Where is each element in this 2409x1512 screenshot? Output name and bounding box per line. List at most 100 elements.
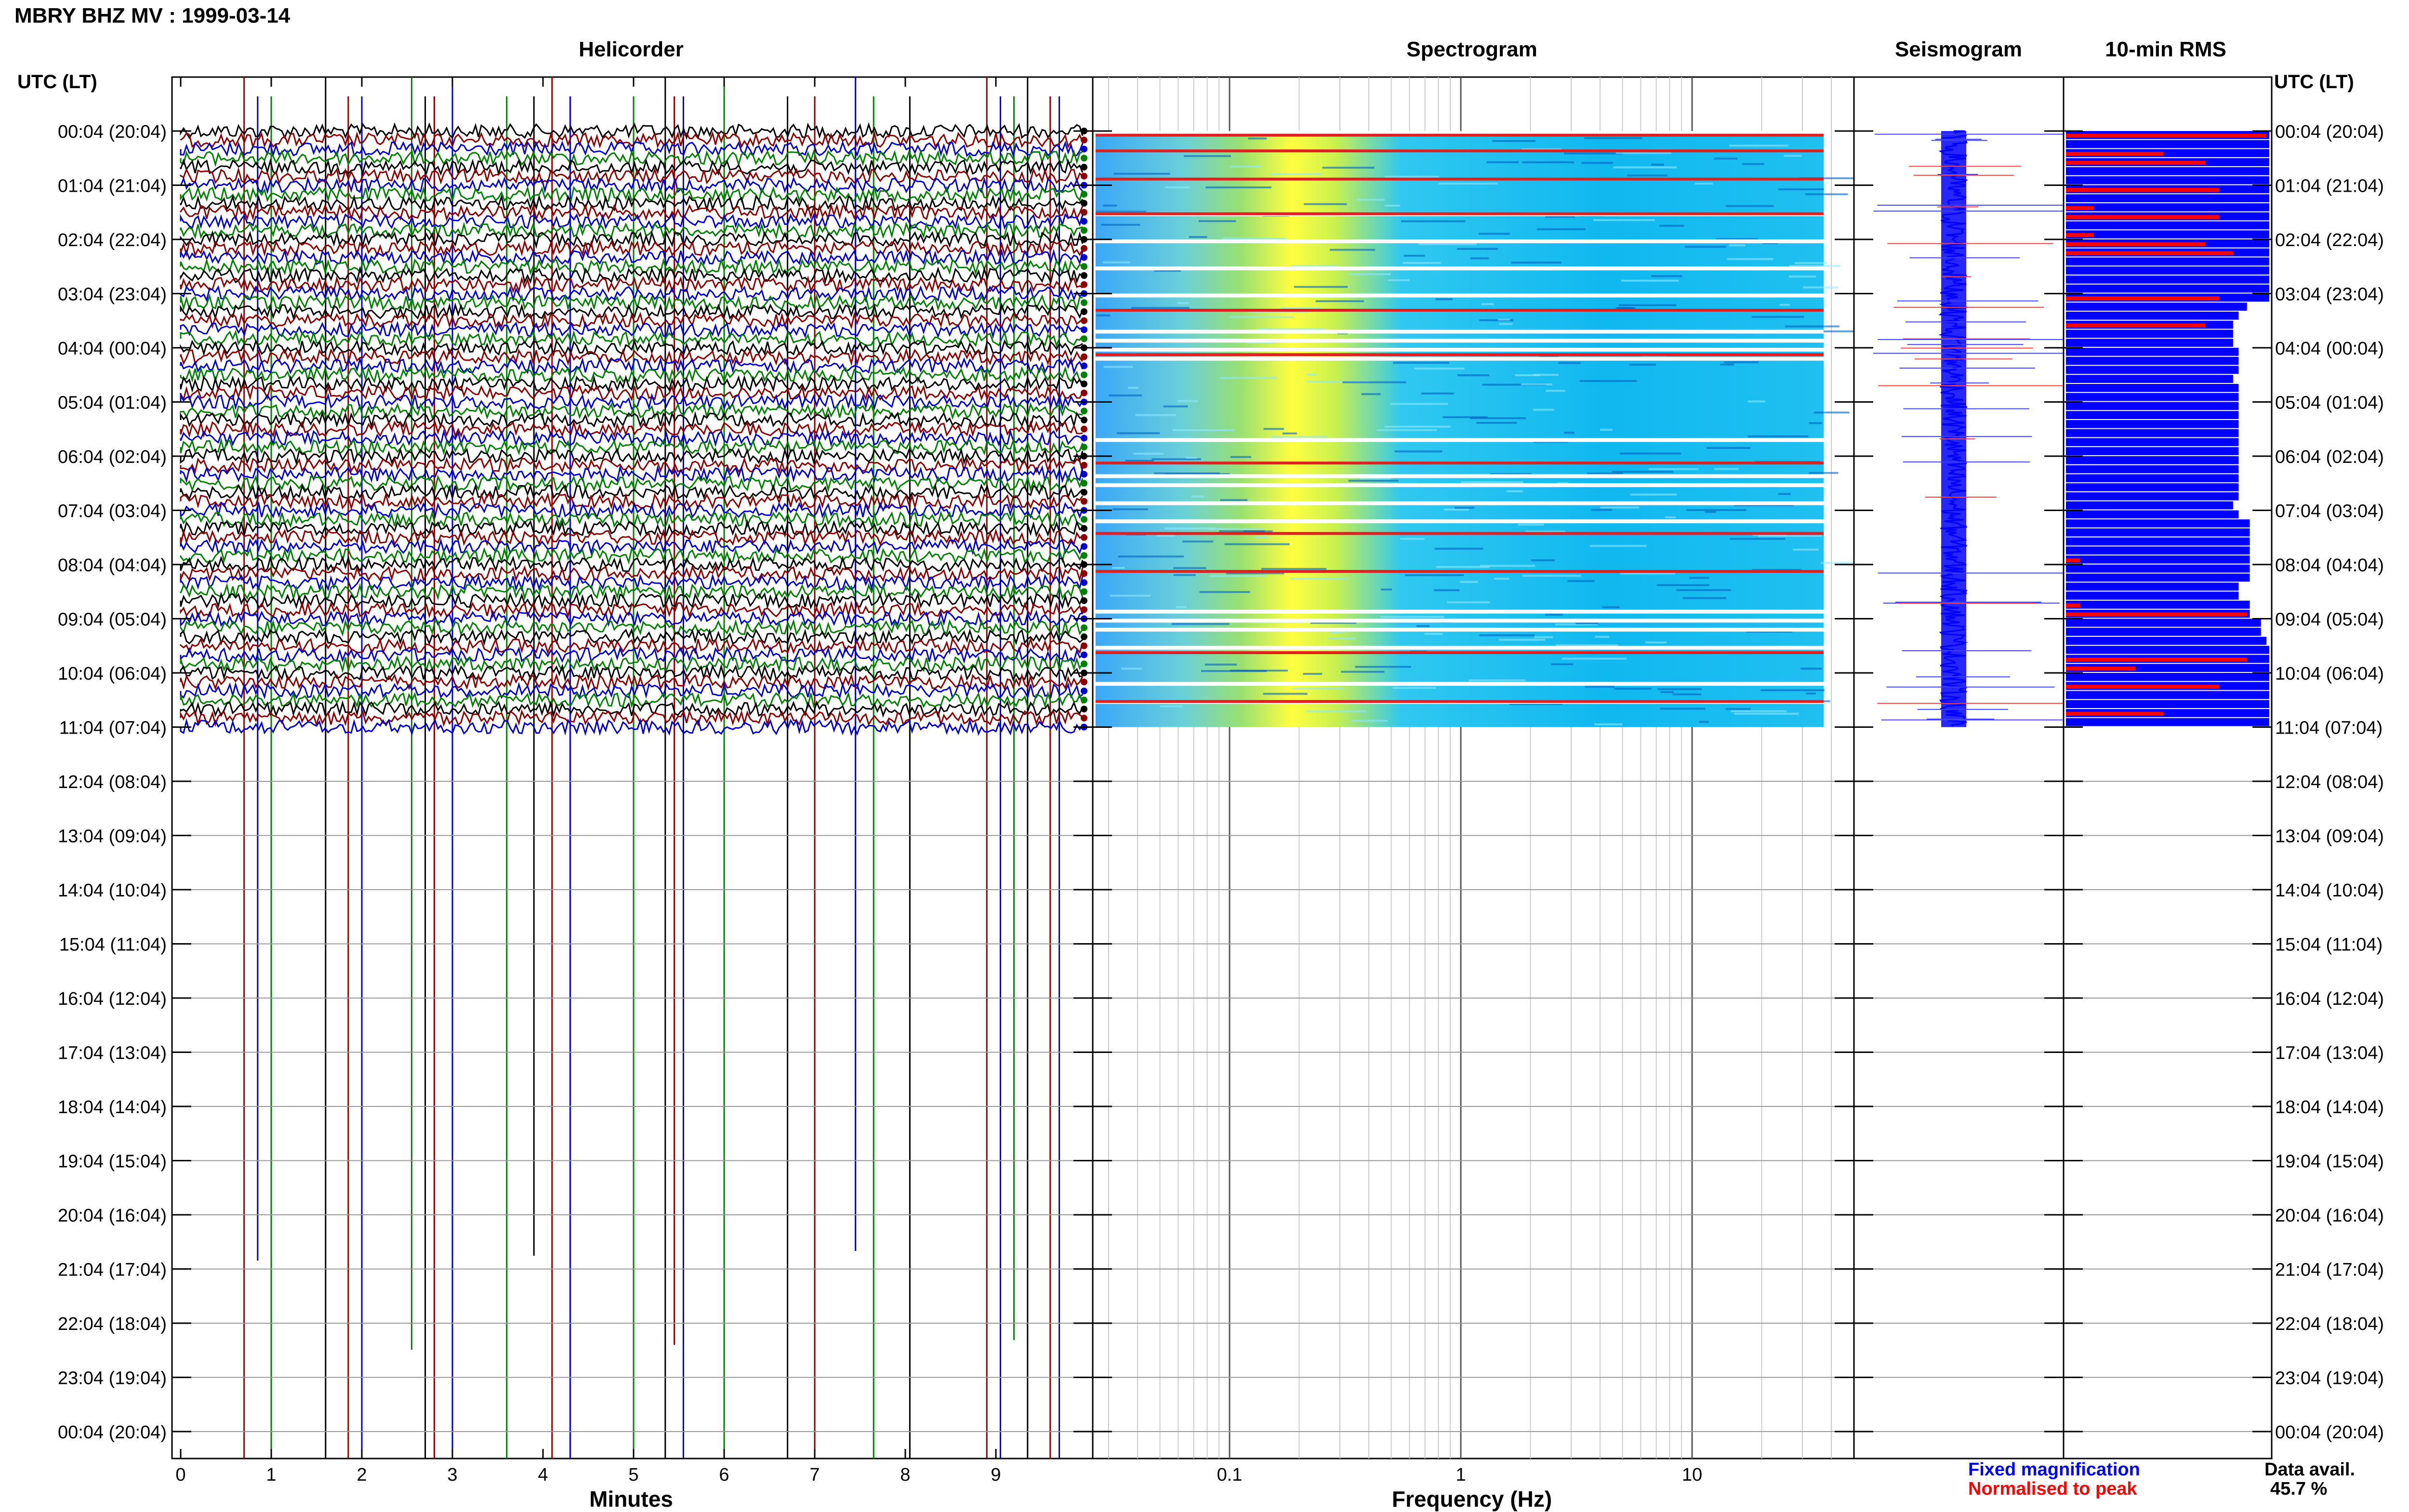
spectrogram-noise [1121,668,1142,670]
spectrogram-noise [1469,679,1526,682]
spectrogram-noise [1327,637,1356,640]
spectrogram-noise [1684,246,1726,248]
spectrogram-noise [1113,172,1170,175]
spectrogram-gap [1096,628,1824,632]
time-label-right: 12:04 (08:04) [2275,772,2384,792]
rms-normalised-bar [2066,711,2164,716]
trace-end-marker [1081,425,1087,433]
time-label-right: 11:04 (07:04) [2275,718,2383,738]
spectrogram-noise [1189,236,1207,238]
spectrogram-noise [1480,565,1535,567]
spectrogram-noise [1230,670,1288,672]
spectrogram-noise [1154,472,1220,474]
spectrogram-noise [1778,493,1791,495]
seismogram-envelope [1941,131,1966,727]
spectrogram-gap [1096,474,1824,478]
time-label-right: 02:04 (22:04) [2275,230,2384,250]
spectrogram-noise [1424,632,1443,635]
spectrogram-noise [1584,137,1642,139]
trace-end-marker [1081,714,1087,722]
data-availability-value: 45.7 % [2270,1479,2328,1499]
spectrogram-noise [1725,205,1774,207]
trace-end-marker [1081,389,1087,396]
spectrogram-noise [1255,536,1269,539]
trace-end-marker [1081,172,1087,180]
spectrogram-noise [1734,712,1799,715]
spectrogram-noise [1618,304,1677,306]
rms-fixed-bar [2066,465,2239,473]
rms-fixed-bar [2066,456,2239,464]
trace-end-marker [1081,579,1087,586]
spectrogram-noise [1457,374,1490,377]
spectrogram-noise [1390,403,1448,405]
spectrogram-noise [1400,538,1425,540]
trace-end-marker [1081,317,1087,324]
spectrogram-noise [1330,249,1376,251]
rms-fixed-bar [2066,230,2269,238]
spectrogram-noise [1682,597,1727,599]
trace-end-marker [1081,191,1087,198]
rms-fixed-bar [2066,519,2250,527]
rms-fixed-bar [2066,492,2239,500]
spectrogram-noise [1581,162,1613,164]
spectrogram-noise [1515,374,1541,377]
spectrogram-noise [1564,432,1575,434]
spectrogram-noise [1809,422,1823,424]
spectrogram-noise [1731,710,1787,712]
time-label-right: 21:04 (17:04) [2275,1260,2384,1280]
spectrogram-noise [1401,220,1466,223]
trace-end-marker [1081,570,1087,577]
spectrogram-spike-row [1096,177,1824,181]
time-label-left: 23:04 (19:04) [58,1368,167,1389]
spectrogram-gap [1096,682,1824,686]
spectrogram-gap [1096,618,1824,623]
rms-fixed-bar [2066,384,2239,392]
spectrogram-noise [1204,663,1237,666]
spectrogram-noise [1492,140,1536,142]
trace-end-marker [1081,706,1087,712]
trace-end-marker [1081,326,1087,333]
time-label-left: 00:04 (20:04) [58,1422,167,1443]
rms-fixed-bar [2066,429,2239,437]
spectrogram-noise [1813,411,1850,414]
time-label-left: 22:04 (18:04) [58,1314,167,1334]
rms-normalised-bar [2066,684,2219,689]
minute-tick-label: 0 [175,1465,185,1485]
spectrogram-noise [1208,528,1264,530]
rms-fixed-bar [2066,528,2250,537]
rms-panel [2063,76,2273,1459]
trace-end-marker [1081,200,1087,207]
spectrogram-noise [1183,155,1231,158]
trace-end-marker [1081,498,1087,505]
spectrogram-noise [1481,303,1494,305]
spectrogram-noise [1377,429,1437,431]
spectrogram-noise [1518,524,1544,526]
time-label-right: 18:04 (14:04) [2275,1097,2384,1118]
minute-tick-label: 8 [900,1465,910,1485]
time-label-left: 10:04 (06:04) [58,664,167,684]
spectrogram-noise [1229,316,1294,318]
spectrogram-noise [1186,457,1197,459]
spectrogram-gap [1096,501,1824,505]
spectrogram-noise [1176,606,1187,608]
spectrogram-noise [1403,254,1425,257]
spectrogram-noise [1356,198,1385,201]
rms-fixed-bar [2066,203,2269,211]
spectrogram-gap [1096,519,1824,524]
time-label-left: 17:04 (13:04) [58,1043,167,1064]
spectrogram-noise [1809,472,1839,474]
trace-end-marker [1081,597,1087,604]
trace-end-marker [1081,417,1087,423]
spectrogram-noise [1676,589,1731,592]
rms-fixed-bar [2066,302,2247,311]
spectrogram-noise [1657,688,1702,690]
spectrogram-noise [1551,663,1574,665]
time-label-right: 19:04 (15:04) [2275,1152,2384,1172]
trace-end-marker [1081,254,1087,261]
rms-fixed-bar [2066,284,2269,293]
spectrogram-gap [1096,356,1824,361]
rms-fixed-bar [2066,438,2239,447]
time-label-right: 22:04 (18:04) [2275,1314,2384,1334]
spectrogram-noise [1660,691,1674,693]
trace-end-marker [1081,371,1087,379]
